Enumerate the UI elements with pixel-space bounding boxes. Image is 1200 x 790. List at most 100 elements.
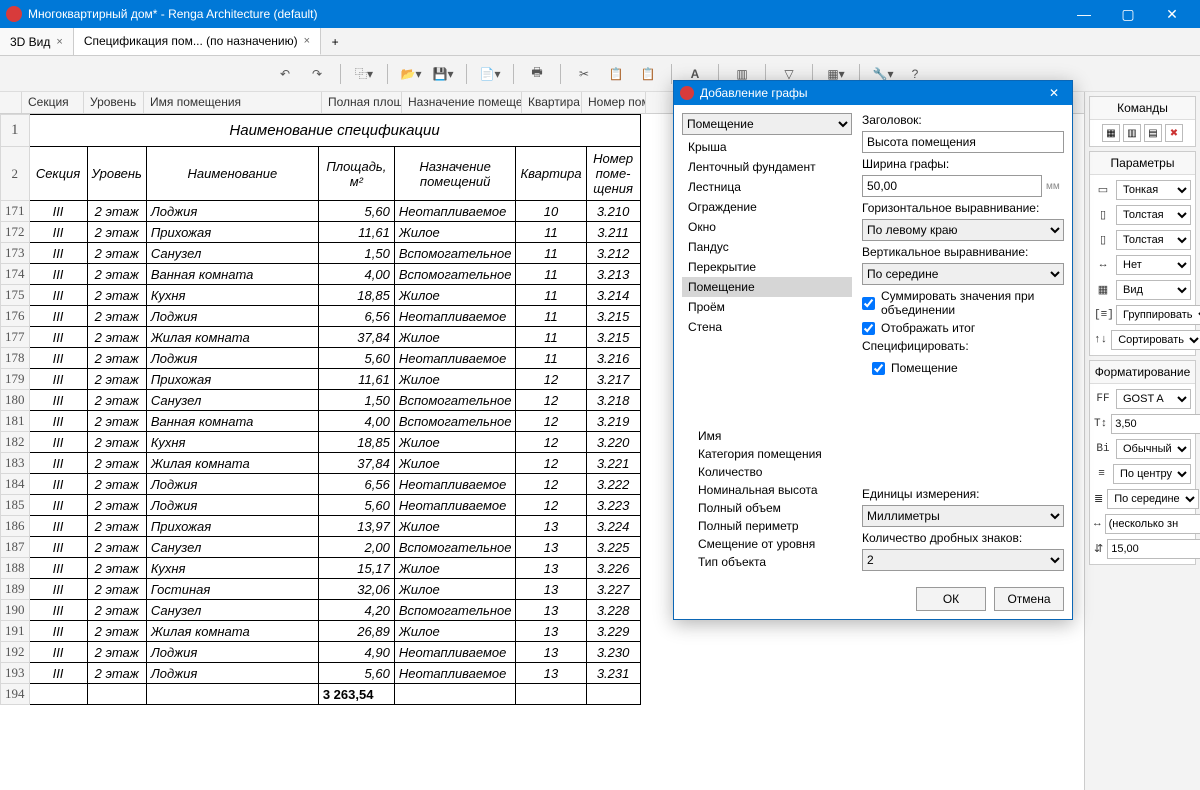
param-input[interactable] bbox=[1107, 539, 1200, 559]
table-row[interactable]: 191III2 этажЖилая комната26,89Жилое133.2… bbox=[1, 621, 641, 642]
object-type-item[interactable]: Перекрытие bbox=[682, 257, 852, 277]
param-row[interactable]: FFGOST A bbox=[1094, 388, 1191, 410]
cancel-button[interactable]: Отмена bbox=[994, 587, 1064, 611]
property-list[interactable]: ИмяКатегория помещенияКоличествоНоминаль… bbox=[682, 427, 852, 571]
object-type-item[interactable]: Проём bbox=[682, 297, 852, 317]
col-area[interactable]: Полная площа bbox=[322, 92, 402, 113]
property-item[interactable]: Полный периметр bbox=[682, 517, 852, 535]
table-row[interactable]: 176III2 этажЛоджия6,56Неотапливаемое113.… bbox=[1, 306, 641, 327]
param-select[interactable]: Вид bbox=[1116, 280, 1191, 300]
th-section[interactable]: Секция bbox=[29, 147, 87, 201]
header-input[interactable] bbox=[862, 131, 1064, 153]
specification-table[interactable]: 1 Наименование спецификации 2 Секция Уро… bbox=[0, 114, 641, 705]
tab-specification[interactable]: Спецификация пом... (по назначению) × bbox=[74, 28, 321, 55]
table-row[interactable]: 177III2 этажЖилая комната37,84Жилое113.2… bbox=[1, 327, 641, 348]
param-row[interactable]: BiОбычный bbox=[1094, 438, 1191, 460]
param-row[interactable]: T↕мм bbox=[1094, 413, 1191, 435]
param-row[interactable]: ▯Толстая bbox=[1094, 229, 1191, 251]
tab-3d-view[interactable]: 3D Вид × bbox=[0, 28, 74, 55]
th-purpose[interactable]: Назначение помещений bbox=[394, 147, 516, 201]
table-row[interactable]: 187III2 этажСанузел2,00Вспомогательное13… bbox=[1, 537, 641, 558]
param-input[interactable] bbox=[1105, 514, 1200, 534]
param-select[interactable]: Сортировать bbox=[1111, 330, 1200, 350]
param-row[interactable]: ↔мм bbox=[1094, 513, 1191, 535]
open-icon[interactable]: 📂▾ bbox=[398, 61, 424, 87]
close-button[interactable]: ✕ bbox=[1150, 0, 1194, 28]
paste-icon[interactable]: 📋 bbox=[635, 61, 661, 87]
total-row[interactable]: 1943 263,54 bbox=[1, 684, 641, 705]
cmd-icon[interactable]: ▤ bbox=[1144, 124, 1162, 142]
print-icon[interactable]: 🖶 bbox=[524, 61, 550, 87]
cmd-icon[interactable]: ▦ bbox=[1102, 124, 1120, 142]
property-item[interactable]: Имя bbox=[682, 427, 852, 445]
table-row[interactable]: 175III2 этажКухня18,85Жилое113.214 bbox=[1, 285, 641, 306]
table-row[interactable]: 192III2 этажЛоджия4,90Неотапливаемое133.… bbox=[1, 642, 641, 663]
save-icon[interactable]: 💾▾ bbox=[430, 61, 456, 87]
th-name[interactable]: Наименование bbox=[146, 147, 318, 201]
decimals-select[interactable]: 2 bbox=[862, 549, 1064, 571]
ok-button[interactable]: ОК bbox=[916, 587, 986, 611]
table-row[interactable]: 178III2 этажЛоджия5,60Неотапливаемое113.… bbox=[1, 348, 641, 369]
param-select[interactable]: По центру bbox=[1113, 464, 1191, 484]
export-icon[interactable]: 📄▾ bbox=[477, 61, 503, 87]
th-level[interactable]: Уровень bbox=[87, 147, 146, 201]
col-roomnum[interactable]: Номер пом bbox=[582, 92, 646, 113]
param-row[interactable]: ↑↓Сортировать bbox=[1094, 329, 1191, 351]
col-apartment[interactable]: Квартира bbox=[522, 92, 582, 113]
table-row[interactable]: 172III2 этажПрихожая11,61Жилое113.211 bbox=[1, 222, 641, 243]
cmd-icon[interactable]: ✖ bbox=[1165, 124, 1183, 142]
property-item[interactable]: Полный объем bbox=[682, 499, 852, 517]
object-type-select[interactable]: Помещение bbox=[682, 113, 852, 135]
param-input[interactable] bbox=[1111, 414, 1200, 434]
object-type-item[interactable]: Ленточный фундамент bbox=[682, 157, 852, 177]
copy2-icon[interactable]: 📋 bbox=[603, 61, 629, 87]
maximize-button[interactable]: ▢ bbox=[1106, 0, 1150, 28]
table-row[interactable]: 186III2 этажПрихожая13,97Жилое133.224 bbox=[1, 516, 641, 537]
sum-checkbox[interactable]: Суммировать значения при объединении bbox=[862, 289, 1064, 317]
param-select[interactable]: По середине bbox=[1107, 489, 1199, 509]
object-type-item[interactable]: Стена bbox=[682, 317, 852, 337]
table-row[interactable]: 188III2 этажКухня15,17Жилое133.226 bbox=[1, 558, 641, 579]
width-input[interactable] bbox=[862, 175, 1042, 197]
object-type-list[interactable]: КрышаЛенточный фундаментЛестницаОгражден… bbox=[682, 137, 852, 421]
table-row[interactable]: 173III2 этажСанузел1,50Вспомогательное11… bbox=[1, 243, 641, 264]
units-select[interactable]: Миллиметры bbox=[862, 505, 1064, 527]
param-row[interactable]: ▭Тонкая bbox=[1094, 179, 1191, 201]
dialog-titlebar[interactable]: Добавление графы ✕ bbox=[674, 81, 1072, 105]
col-roomname[interactable]: Имя помещения bbox=[144, 92, 322, 113]
table-row[interactable]: 180III2 этажСанузел1,50Вспомогательное12… bbox=[1, 390, 641, 411]
table-row[interactable]: 181III2 этажВанная комната4,00Вспомогате… bbox=[1, 411, 641, 432]
param-row[interactable]: ≣По середине bbox=[1094, 488, 1191, 510]
object-type-item[interactable]: Ограждение bbox=[682, 197, 852, 217]
table-row[interactable]: 184III2 этажЛоджия6,56Неотапливаемое123.… bbox=[1, 474, 641, 495]
add-tab-button[interactable]: + bbox=[321, 28, 349, 55]
undo-icon[interactable]: ↶ bbox=[272, 61, 298, 87]
close-icon[interactable]: × bbox=[304, 35, 310, 47]
col-level[interactable]: Уровень bbox=[84, 92, 144, 113]
param-row[interactable]: ▦Вид bbox=[1094, 279, 1191, 301]
object-type-item[interactable]: Пандус bbox=[682, 237, 852, 257]
param-select[interactable]: Группировать bbox=[1116, 305, 1200, 325]
table-row[interactable]: 179III2 этажПрихожая11,61Жилое123.217 bbox=[1, 369, 641, 390]
property-item[interactable]: Номинальная высота bbox=[682, 481, 852, 499]
halign-select[interactable]: По левому краю bbox=[862, 219, 1064, 241]
param-select[interactable]: Обычный bbox=[1116, 439, 1191, 459]
table-row[interactable]: 174III2 этажВанная комната4,00Вспомогате… bbox=[1, 264, 641, 285]
table-row[interactable]: 185III2 этажЛоджия5,60Неотапливаемое123.… bbox=[1, 495, 641, 516]
param-row[interactable]: ⇵мм bbox=[1094, 538, 1191, 560]
cmd-icon[interactable]: ▥ bbox=[1123, 124, 1141, 142]
col-purpose[interactable]: Назначение помещений bbox=[402, 92, 522, 113]
property-item[interactable]: Тип объекта bbox=[682, 553, 852, 571]
table-row[interactable]: 190III2 этажСанузел4,20Вспомогательное13… bbox=[1, 600, 641, 621]
close-icon[interactable]: × bbox=[56, 36, 62, 48]
param-row[interactable]: ↔Нет bbox=[1094, 254, 1191, 276]
copy-icon[interactable]: ⿻▾ bbox=[351, 61, 377, 87]
redo-icon[interactable]: ↷ bbox=[304, 61, 330, 87]
property-item[interactable]: Категория помещения bbox=[682, 445, 852, 463]
param-select[interactable]: GOST A bbox=[1116, 389, 1191, 409]
th-room[interactable]: Номер поме-щения bbox=[586, 147, 640, 201]
th-area[interactable]: Площадь, м² bbox=[318, 147, 394, 201]
table-row[interactable]: 171III2 этажЛоджия5,60Неотапливаемое103.… bbox=[1, 201, 641, 222]
object-type-item[interactable]: Помещение bbox=[682, 277, 852, 297]
object-type-item[interactable]: Окно bbox=[682, 217, 852, 237]
